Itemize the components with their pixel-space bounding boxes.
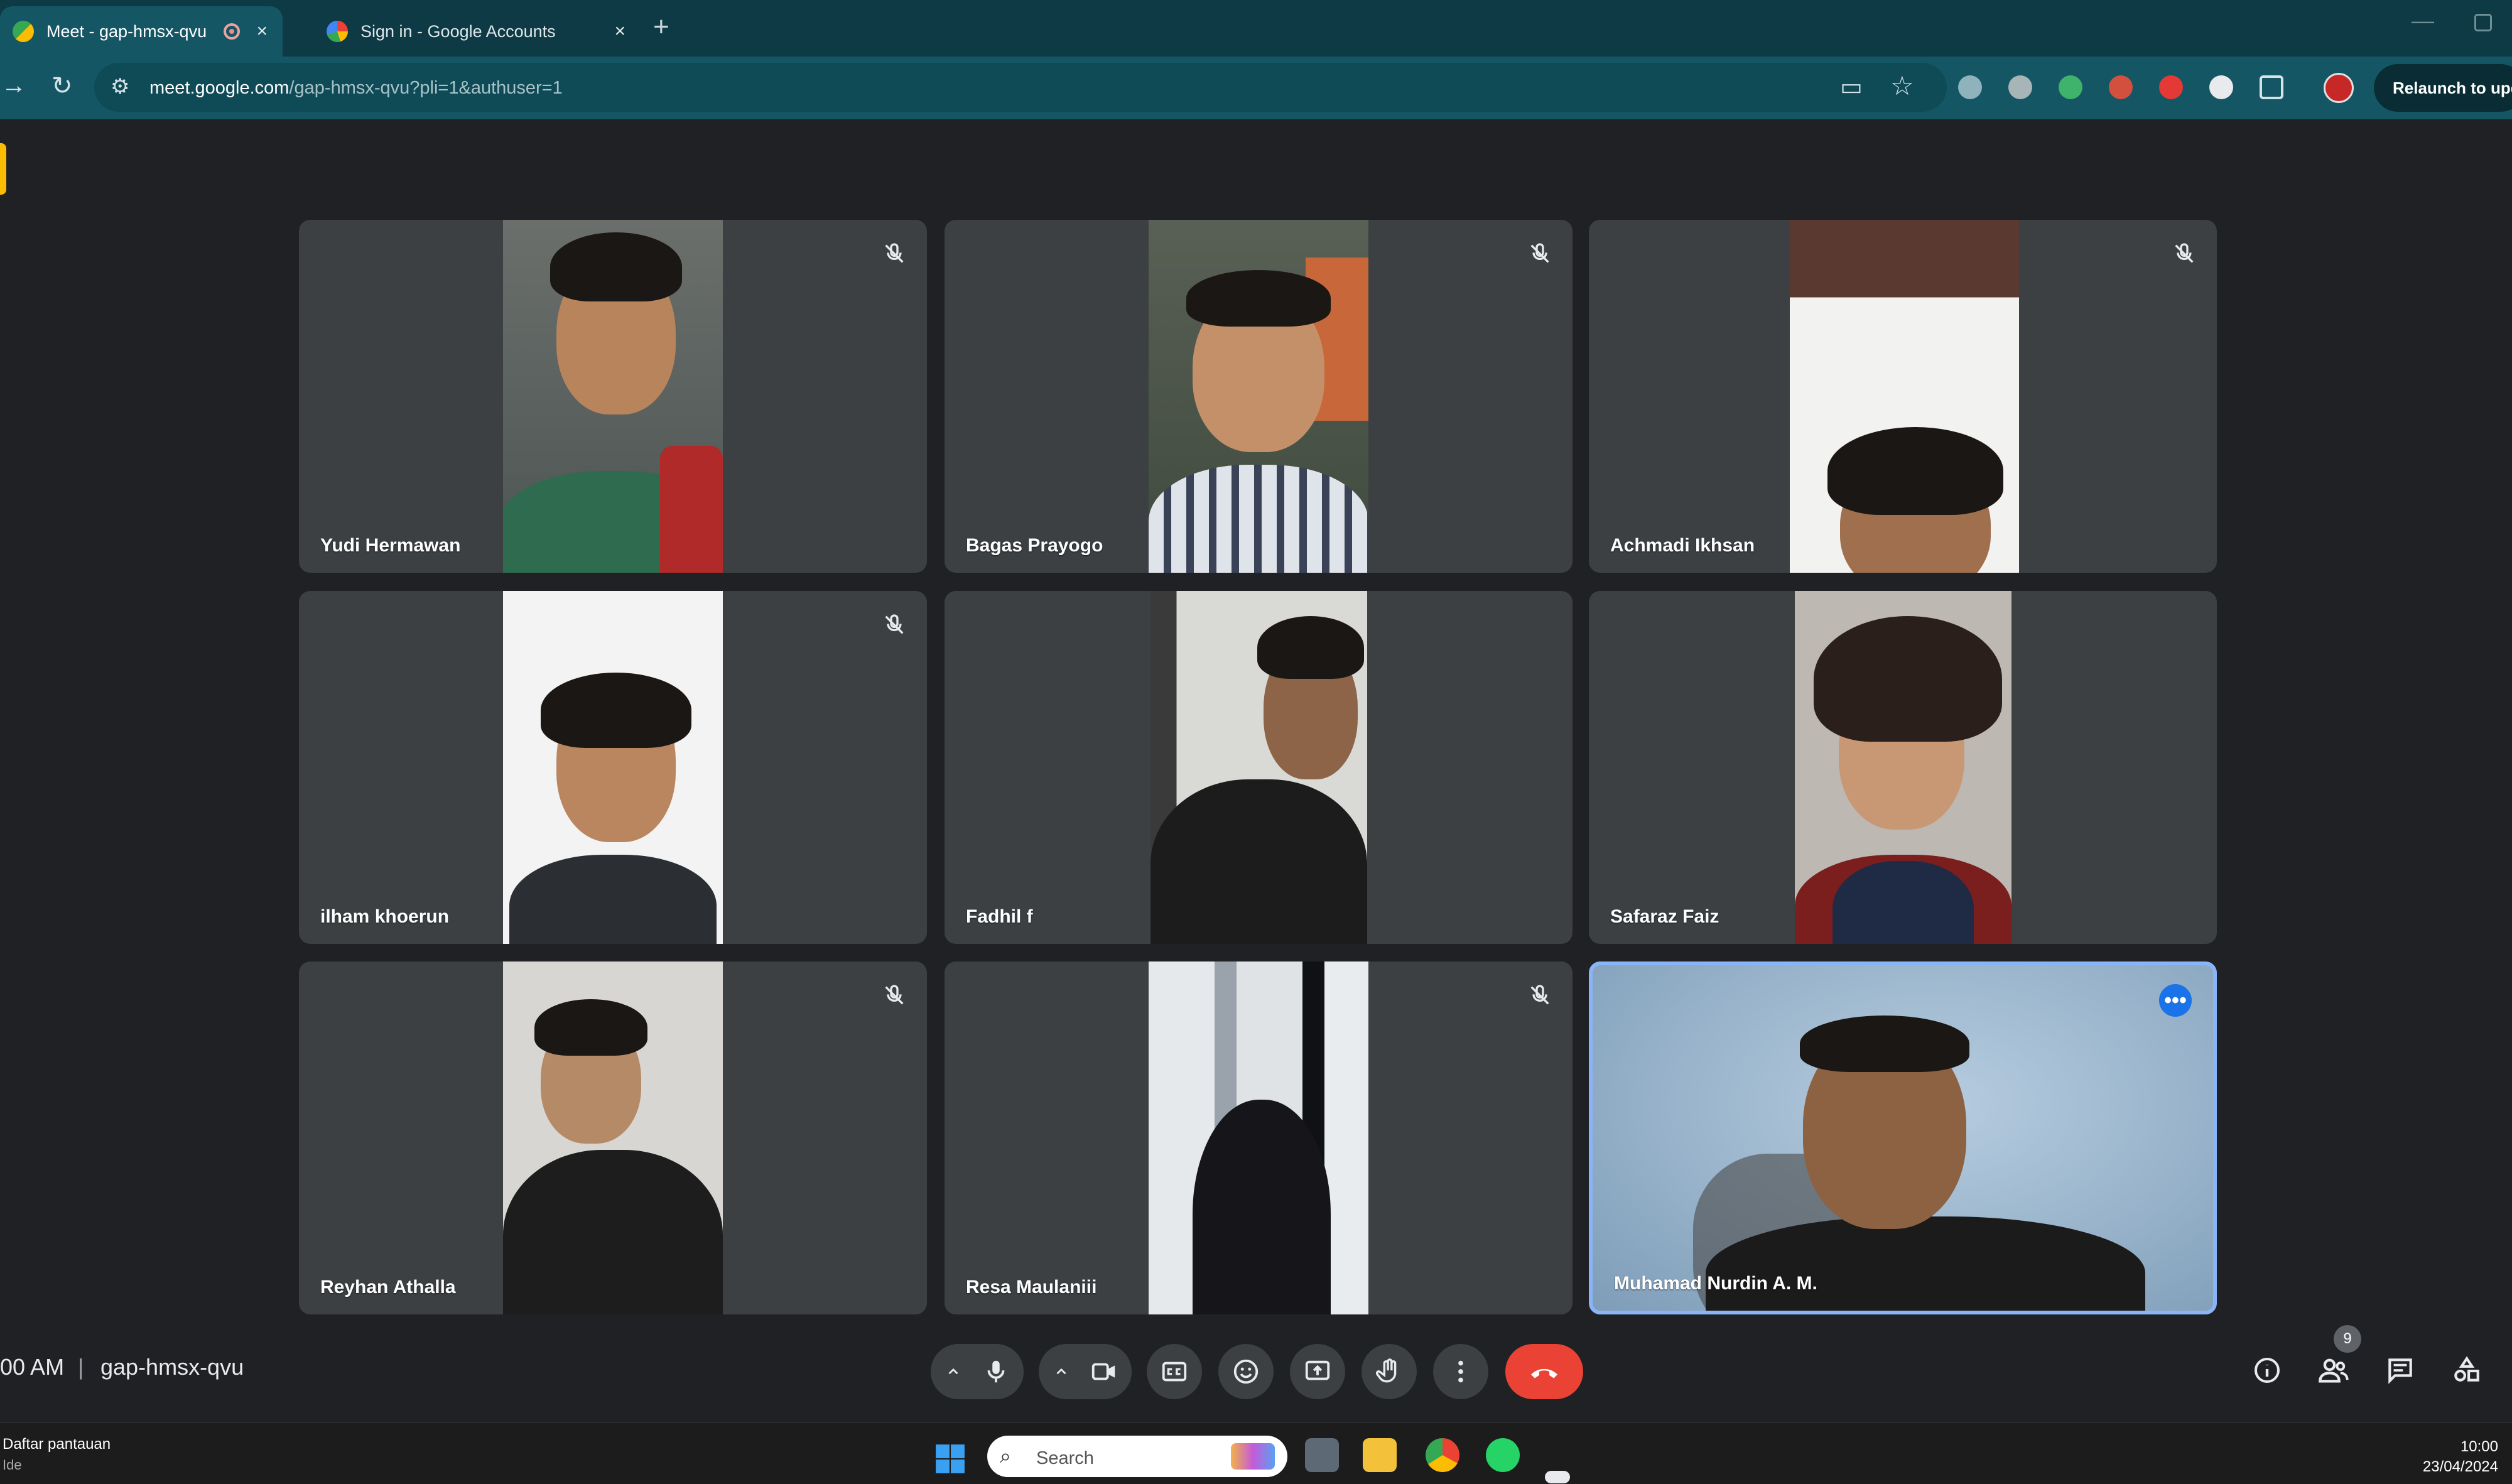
more-options-icon[interactable] [1433, 1344, 1488, 1399]
raise-hand-button[interactable] [1362, 1344, 1417, 1399]
mic-off-icon [2175, 243, 2194, 263]
task-view-icon[interactable] [1305, 1438, 1339, 1472]
participant-video [1795, 591, 2011, 944]
participant-name: Resa Maulaniii [966, 1277, 1097, 1297]
activities-icon[interactable] [2447, 1350, 2487, 1390]
camera-permission-icon[interactable]: ▭ [1840, 73, 1863, 101]
more-options-button[interactable]: ••• [2159, 984, 2192, 1017]
participant-video [503, 220, 723, 573]
active-speaker-tile[interactable]: Muhamad Nurdin A. M. ••• [1589, 961, 2217, 1314]
extension-grammarly-icon[interactable] [2059, 75, 2082, 99]
reload-icon[interactable]: ↻ [51, 72, 73, 100]
participant-name: ilham khoerun [320, 906, 450, 927]
notification-tab[interactable] [0, 143, 6, 195]
participant-count-badge: 9 [2334, 1325, 2361, 1353]
captions-button[interactable] [1147, 1344, 1202, 1399]
mic-off-icon [885, 985, 904, 1005]
google-favicon-icon [327, 21, 348, 42]
participant-tile[interactable]: Reyhan Athalla [299, 961, 927, 1314]
url-text: meet.google.com/gap-hmsx-qvu?pli=1&authu… [149, 78, 563, 98]
search-placeholder: Search [1036, 1448, 1094, 1468]
address-bar[interactable]: ⚙ meet.google.com/gap-hmsx-qvu?pli=1&aut… [94, 63, 1947, 112]
people-icon[interactable] [2314, 1350, 2354, 1390]
extension-cloud-icon[interactable] [1958, 75, 1982, 99]
participant-name: Fadhil f [966, 906, 1033, 927]
participant-video [1149, 220, 1368, 573]
site-info-icon[interactable]: ⚙ [111, 74, 129, 99]
participant-video [1150, 591, 1367, 944]
maximize-icon[interactable] [2474, 14, 2492, 31]
taskbar-search-box[interactable]: ⌕ Search [987, 1436, 1287, 1477]
mic-off-icon [1530, 243, 1549, 263]
emoji-reaction-button[interactable] [1218, 1344, 1274, 1399]
minimize-icon[interactable]: — [2412, 8, 2434, 34]
extension-circle-icon[interactable] [2209, 75, 2233, 99]
separator: | [78, 1354, 84, 1380]
participant-video [503, 591, 723, 944]
tab-google-signin[interactable]: Sign in - Google Accounts × [314, 6, 641, 57]
participant-tile[interactable]: Safaraz Faiz [1589, 591, 2217, 944]
mic-off-icon [1530, 985, 1549, 1005]
clock-date[interactable]: 23/04/2024 [2405, 1458, 2498, 1476]
tab-title: Meet - gap-hmsx-qvu [46, 21, 207, 41]
chat-icon[interactable] [2380, 1350, 2420, 1390]
close-tab-icon[interactable]: × [614, 21, 625, 42]
app-icon[interactable] [1545, 1471, 1570, 1483]
search-highlight-icon [1231, 1443, 1275, 1470]
participant-tile[interactable]: Yudi Hermawan [299, 220, 927, 573]
present-screen-button[interactable] [1290, 1344, 1345, 1399]
relaunch-button[interactable]: Relaunch to upd [2374, 64, 2512, 112]
bookmark-star-icon[interactable]: ☆ [1890, 70, 1914, 101]
new-tab-button[interactable]: + [653, 11, 669, 43]
mic-off-icon [885, 243, 904, 263]
meeting-time: 00 AM [0, 1354, 65, 1380]
participant-name: Achmadi Ikhsan [1610, 535, 1755, 556]
clock-time[interactable]: 10:00 [2454, 1438, 2498, 1456]
participant-name: Reyhan Athalla [320, 1277, 456, 1297]
participant-tile[interactable]: Fadhil f [945, 591, 1573, 944]
audio-options-chevron-icon[interactable] [934, 1344, 972, 1399]
tab-meet[interactable]: Meet - gap-hmsx-qvu × [0, 6, 283, 57]
meet-control-bar: 00 AM | gap-hmsx-qvu 9 [0, 1325, 2512, 1419]
participant-name: Bagas Prayogo [966, 535, 1103, 556]
microphone-button[interactable] [968, 1344, 1024, 1399]
meet-favicon-icon [13, 21, 34, 42]
video-options-chevron-icon[interactable] [1042, 1344, 1080, 1399]
participant-name: Muhamad Nurdin A. M. [1614, 1273, 1817, 1294]
widget-subtitle: Ide [3, 1457, 22, 1473]
browser-tab-bar: Meet - gap-hmsx-qvu × Sign in - Google A… [0, 0, 2512, 57]
tab-title: Sign in - Google Accounts [360, 21, 556, 41]
extension-globe-icon[interactable] [2008, 75, 2032, 99]
participant-video [1149, 961, 1368, 1314]
browser-toolbar: → ↻ ⚙ meet.google.com/gap-hmsx-qvu?pli=1… [0, 57, 2512, 119]
extension-record-icon[interactable] [2159, 75, 2183, 99]
recording-icon [224, 23, 241, 40]
participant-video [503, 961, 723, 1314]
participant-video [1790, 220, 2019, 573]
end-call-button[interactable] [1505, 1344, 1583, 1399]
os-taskbar: Daftar pantauan Ide ⌕ Search 10:00 23/04… [0, 1422, 2512, 1484]
extension-download-icon[interactable] [2109, 75, 2133, 99]
mic-off-icon [885, 614, 904, 634]
meeting-code: gap-hmsx-qvu [100, 1354, 244, 1380]
extensions-puzzle-icon[interactable] [2260, 75, 2283, 99]
participant-tile[interactable]: Bagas Prayogo [945, 220, 1573, 573]
participant-tile[interactable]: ilham khoerun [299, 591, 927, 944]
chrome-icon[interactable] [1426, 1438, 1459, 1472]
participant-name: Yudi Hermawan [320, 535, 461, 556]
participant-tile[interactable]: Achmadi Ikhsan [1589, 220, 2217, 573]
close-tab-icon[interactable]: × [256, 21, 268, 42]
file-explorer-icon[interactable] [1363, 1438, 1397, 1472]
profile-avatar[interactable] [2324, 73, 2354, 103]
widget-title[interactable]: Daftar pantauan [3, 1436, 111, 1453]
participant-tile[interactable]: Resa Maulaniii [945, 961, 1573, 1314]
search-icon: ⌕ [1000, 1444, 1011, 1467]
whatsapp-icon[interactable] [1486, 1438, 1520, 1472]
participant-video [1593, 965, 2213, 1311]
windows-start-icon[interactable] [934, 1443, 966, 1475]
camera-button[interactable] [1076, 1344, 1132, 1399]
forward-icon[interactable]: → [1, 72, 26, 100]
meeting-info-icon[interactable] [2247, 1350, 2287, 1390]
participant-name: Safaraz Faiz [1610, 906, 1719, 927]
